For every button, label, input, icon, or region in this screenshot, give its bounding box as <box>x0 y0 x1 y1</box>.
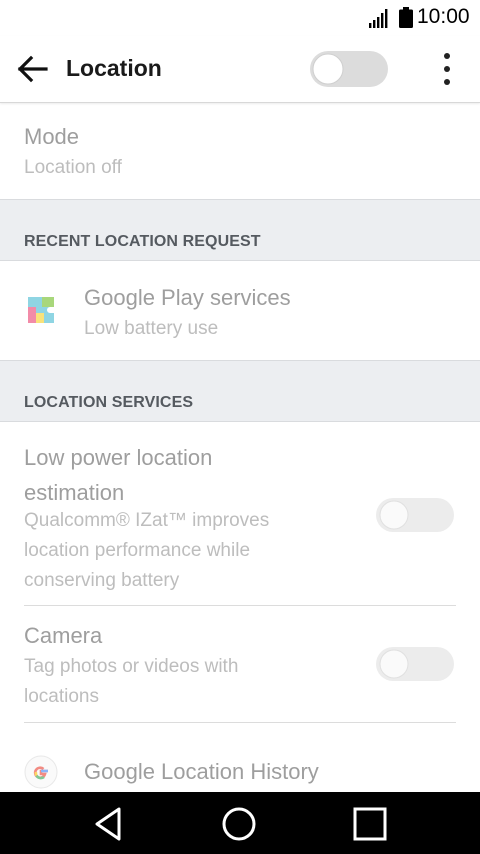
system-nav-bar <box>0 792 480 854</box>
signal-icon <box>369 9 388 28</box>
low-power-toggle[interactable] <box>375 495 455 535</box>
status-time: 10:00 <box>417 5 470 28</box>
more-vert-icon <box>444 53 450 85</box>
camera-description: Tag photos or videos with locations <box>24 656 239 707</box>
low-power-location-row[interactable]: Low power location estimation Qualcomm® … <box>0 423 480 605</box>
nav-back-icon[interactable] <box>89 804 129 844</box>
camera-toggle[interactable] <box>375 644 455 684</box>
mode-setting-row[interactable]: Mode Location off <box>0 103 480 199</box>
app-bar: Location <box>0 36 480 103</box>
mode-title: Mode <box>24 124 80 149</box>
google-g-icon <box>24 755 58 789</box>
overflow-menu-button[interactable] <box>432 50 462 90</box>
recent-request-subtitle: Low battery use <box>84 318 219 339</box>
recent-request-title: Google Play services <box>84 285 291 310</box>
recent-location-request-header: RECENT LOCATION REQUEST <box>0 199 480 261</box>
nav-recents-icon[interactable] <box>350 804 390 844</box>
low-power-description: Qualcomm® IZat™ improves location perfor… <box>24 510 270 591</box>
status-bar: 10:00 <box>0 0 480 36</box>
history-title: Google Location History <box>84 759 319 784</box>
camera-title: Camera <box>24 623 103 648</box>
recent-request-item[interactable]: Google Play services Low battery use <box>0 262 480 360</box>
battery-icon <box>399 7 413 28</box>
location-master-toggle[interactable] <box>309 49 389 89</box>
nav-home-icon[interactable] <box>219 804 259 844</box>
google-location-history-row[interactable]: Google Location History <box>0 723 480 793</box>
location-services-header: LOCATION SERVICES <box>0 360 480 422</box>
section-header-label: RECENT LOCATION REQUEST <box>24 233 261 250</box>
mode-value: Location off <box>24 157 122 178</box>
section-header-label: LOCATION SERVICES <box>24 394 194 411</box>
low-power-title: Low power location estimation <box>24 445 213 505</box>
toggle-switch-icon <box>310 51 388 87</box>
page-title: Location <box>66 55 162 81</box>
puzzle-icon <box>28 297 54 323</box>
camera-location-row[interactable]: Camera Tag photos or videos with locatio… <box>0 606 480 722</box>
arrow-back-icon <box>17 55 48 83</box>
back-button[interactable] <box>14 52 50 86</box>
